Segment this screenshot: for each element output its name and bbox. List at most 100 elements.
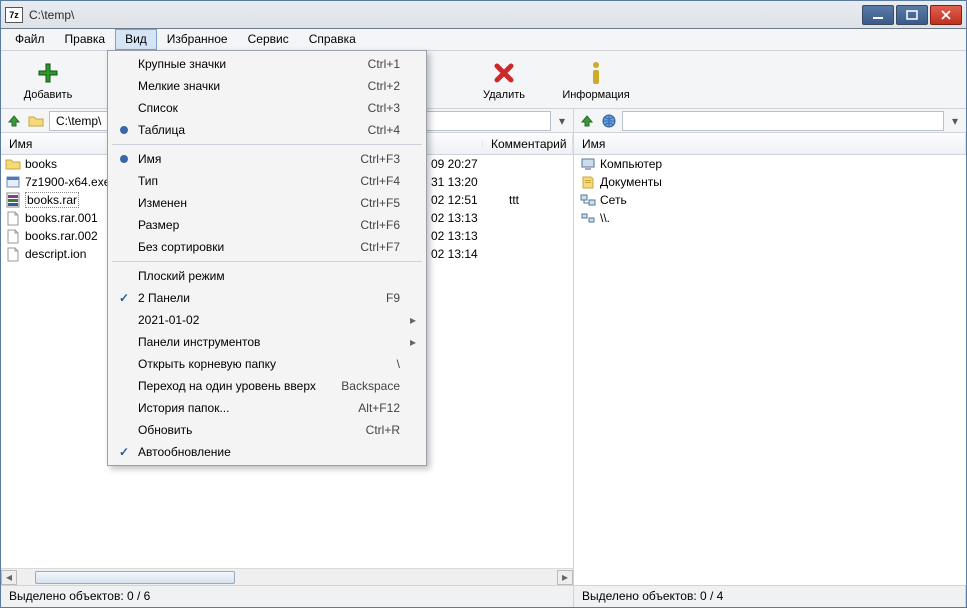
file-date: 31 13:20 [431,175,478,189]
file-date: 09 20:27 [431,157,478,171]
col-name[interactable]: Имя [574,134,966,154]
menu-item[interactable]: РазмерCtrl+F6 [110,214,424,236]
menu-item[interactable]: Крупные значкиCtrl+1 [110,53,424,75]
scroll-thumb[interactable] [35,571,235,584]
rar-icon [5,192,21,208]
menu-Вид[interactable]: Вид [115,29,157,50]
file-icon [5,228,21,244]
scroll-left-arrow[interactable]: ◂ [1,570,17,585]
status-right: Выделено объектов: 0 / 4 [574,586,966,607]
file-icon [5,246,21,262]
menu-Сервис[interactable]: Сервис [238,29,299,50]
titlebar[interactable]: 7z C:\temp\ [1,1,966,29]
menu-separator [112,261,422,262]
maximize-button[interactable] [896,5,928,25]
menu-label: Имя [138,152,360,166]
menu-shortcut: Ctrl+F3 [360,152,400,166]
add-button[interactable]: Добавить [9,59,87,101]
menu-label: 2021-01-02 [138,313,400,327]
globe-icon[interactable] [600,112,618,130]
menu-Файл[interactable]: Файл [5,29,55,50]
menu-shortcut: Ctrl+F5 [360,196,400,210]
close-button[interactable] [930,5,962,25]
menubar: ФайлПравкаВидИзбранноеСервисСправка [1,29,966,51]
file-name: books.rar.002 [25,229,98,243]
check-mark-icon: ✓ [116,445,132,459]
exe-icon [5,174,21,190]
menu-item[interactable]: Мелкие значкиCtrl+2 [110,75,424,97]
menu-shortcut: Ctrl+F4 [360,174,400,188]
status-left: Выделено объектов: 0 / 6 [1,586,574,607]
menu-label: Панели инструментов [138,335,400,349]
menu-item[interactable]: ОбновитьCtrl+R [110,419,424,441]
delete-button[interactable]: Удалить [465,59,543,101]
file-name: books.rar [25,192,79,208]
menu-label: Плоский режим [138,269,400,283]
address-bar-right: ▾ [574,109,966,133]
scroll-right-arrow[interactable]: ▸ [557,570,573,585]
menu-shortcut: Ctrl+3 [368,101,400,115]
menu-item[interactable]: История папок...Alt+F12 [110,397,424,419]
hscrollbar-left[interactable]: ◂ ▸ [1,568,573,585]
menu-label: Автообновление [138,445,400,459]
menu-label: Размер [138,218,360,232]
column-header-right[interactable]: Имя [574,133,966,155]
file-name: descript.ion [25,247,86,261]
menu-item[interactable]: 2021-01-02▸ [110,309,424,331]
nav-row[interactable]: \\. [574,209,966,227]
menu-item[interactable]: Переход на один уровень вверхBackspace [110,375,424,397]
computer-icon [580,156,596,172]
nav-name: \\. [600,211,610,225]
menu-shortcut: F9 [386,291,400,305]
col-name[interactable]: Имя [1,134,109,154]
nav-row[interactable]: Сеть [574,191,966,209]
menu-item[interactable]: СписокCtrl+3 [110,97,424,119]
file-comment: ttt [509,193,519,207]
network-icon [580,192,596,208]
menu-shortcut: Ctrl+4 [368,123,400,137]
file-list-right[interactable]: Компьютер Документы Сеть \\. [574,155,966,585]
nav-row[interactable]: Компьютер [574,155,966,173]
menu-item[interactable]: Открыть корневую папку\ [110,353,424,375]
path-dropdown-right[interactable]: ▾ [948,114,962,128]
menu-item[interactable]: ТипCtrl+F4 [110,170,424,192]
path-input-right[interactable] [622,111,944,131]
path-dropdown-left[interactable]: ▾ [555,114,569,128]
pane-right: ▾ Имя Компьютер Документы Сеть \\. [574,109,966,585]
menu-item[interactable]: ТаблицаCtrl+4 [110,119,424,141]
up-icon[interactable] [5,112,23,130]
menu-label: Список [138,101,368,115]
radio-mark-icon [120,126,128,134]
window-title: C:\temp\ [29,8,862,22]
menu-label: Крупные значки [138,57,368,71]
folder-icon[interactable] [27,112,45,130]
col-comment[interactable]: Комментарий [483,134,573,154]
menu-item[interactable]: ✓2 ПанелиF9 [110,287,424,309]
up-icon[interactable] [578,112,596,130]
menu-shortcut: Ctrl+1 [368,57,400,71]
menu-item[interactable]: ✓ Автообновление [110,441,424,463]
file-date: 02 13:13 [431,211,478,225]
menu-shortcut: \ [397,357,400,371]
net2-icon [580,210,596,226]
menu-item[interactable]: Плоский режим [110,265,424,287]
menu-item[interactable]: ИзмененCtrl+F5 [110,192,424,214]
menu-label: Мелкие значки [138,79,368,93]
check-mark-icon: ✓ [116,291,132,305]
menu-item[interactable]: ИмяCtrl+F3 [110,148,424,170]
menu-item[interactable]: Панели инструментов▸ [110,331,424,353]
docs-icon [580,174,596,190]
file-name: books [25,157,57,171]
menu-Правка[interactable]: Правка [55,29,116,50]
menu-separator [112,144,422,145]
menu-Справка[interactable]: Справка [299,29,366,50]
info-button[interactable]: Информация [557,59,635,101]
file-icon [5,210,21,226]
file-date: 02 13:13 [431,229,478,243]
nav-row[interactable]: Документы [574,173,966,191]
menu-Избранное[interactable]: Избранное [157,29,238,50]
minimize-button[interactable] [862,5,894,25]
menu-shortcut: Ctrl+2 [368,79,400,93]
menu-item[interactable]: Без сортировкиCtrl+F7 [110,236,424,258]
nav-name: Документы [600,175,662,189]
